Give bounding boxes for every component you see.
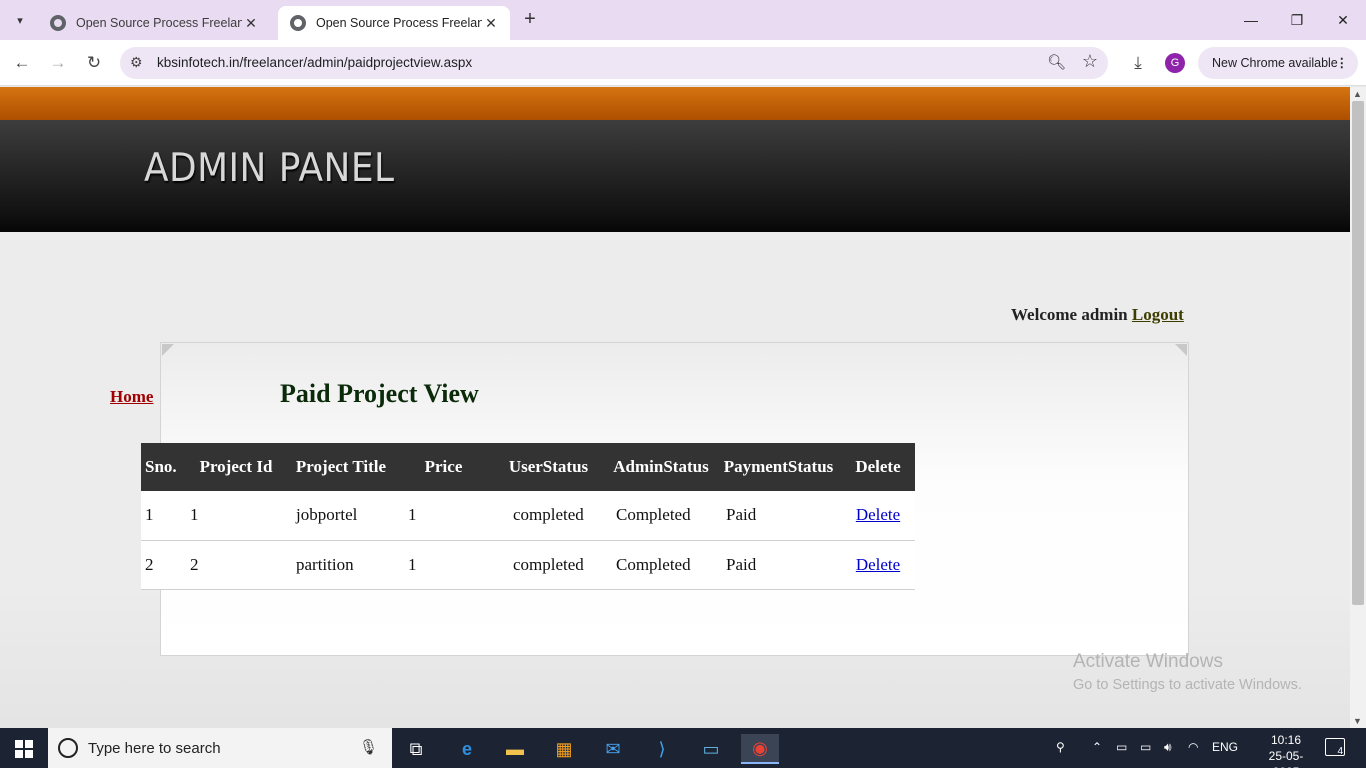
cell-sno: 1 [141,491,186,541]
mail-icon[interactable]: ✉ [594,734,632,764]
column-header: PaymentStatus [716,443,841,491]
edge-icon[interactable]: e [448,734,486,764]
cell-project-id: 2 [186,540,286,590]
delete-link[interactable]: Delete [856,505,900,524]
paid-projects-table: Sno. Project Id Project Title Price User… [141,443,915,590]
back-button[interactable]: ← [8,49,36,77]
wifi-icon[interactable]: ◠ [1188,740,1198,754]
window-close-button[interactable]: ✕ [1320,0,1366,40]
column-header: UserStatus [491,443,606,491]
taskbar-search-box[interactable]: Type here to search 🎙︎ [48,728,392,768]
url-text[interactable]: kbsinfotech.in/freelancer/admin/paidproj… [157,55,472,70]
reload-button[interactable]: ↻ [80,49,108,77]
cell-price: 1 [396,540,491,590]
clock-date: 25-05-2025 [1268,749,1304,768]
app-window-icon[interactable]: ▭ [692,734,730,764]
chrome-icon[interactable]: ◉ [741,734,779,764]
microphone-icon[interactable]: 🎙︎ [359,738,378,756]
clock[interactable]: 10:16 25-05-2025 [1258,732,1314,768]
table-row: 2 2 partition 1 completed Completed Paid… [141,540,915,590]
delete-link[interactable]: Delete [856,555,900,574]
clock-time: 10:16 [1270,733,1302,747]
profile-avatar[interactable]: G [1165,53,1185,73]
forward-button[interactable]: → [44,49,72,77]
search-icon [58,738,78,758]
page-title: Paid Project View [280,379,479,408]
activate-windows-title: Activate Windows [1073,651,1223,672]
restore-button[interactable]: ❐ [1274,0,1320,40]
cell-project-title: jobportel [286,491,396,541]
vscode-icon[interactable]: ⟩ [643,734,681,764]
globe-icon [290,15,306,31]
notification-count: 4 [1337,746,1343,757]
activate-windows-subtitle: Go to Settings to activate Windows. [1073,677,1302,693]
home-link[interactable]: Home [110,387,153,407]
drive-icon[interactable]: ▭ [1116,740,1127,754]
tab-strip: ▾ Open Source Process Freelance ✕ Open S… [0,0,1366,40]
cell-user-status: completed [491,491,606,541]
column-header: Project Id [186,443,286,491]
welcome-label: Welcome admin [1011,305,1128,324]
globe-icon [50,15,66,31]
download-icon[interactable]: ⤓ [1124,49,1152,77]
battery-icon[interactable]: ▭ [1140,740,1151,754]
update-chrome-label: New Chrome available [1212,56,1338,70]
top-accent-bar [0,87,1350,120]
site-header: ADMIN PANEL [0,120,1350,232]
page-content: ADMIN PANEL Welcome admin Logout Home Pa… [0,87,1350,728]
tab-title: Open Source Process Freelance [316,16,482,30]
file-explorer-icon[interactable]: ▬ [496,734,534,764]
scroll-up-icon[interactable]: ▲ [1353,89,1362,99]
cell-payment-status: Paid [716,540,841,590]
tab-title: Open Source Process Freelance [76,16,242,30]
browser-toolbar: ← → ↻ ⚙ kbsinfotech.in/freelancer/admin/… [0,40,1366,86]
people-icon[interactable]: ⚲ [1056,740,1065,754]
new-tab-button[interactable]: + [518,8,542,32]
scroll-thumb[interactable] [1352,101,1364,605]
cell-price: 1 [396,491,491,541]
bookmark-star-icon[interactable]: ☆ [1082,51,1098,72]
panel-corner [162,344,174,356]
column-header: Delete [841,443,915,491]
panel-corner [1175,344,1187,356]
windows-start-button[interactable] [0,728,48,768]
menu-dots-icon[interactable]: ⋮ [1336,47,1349,79]
column-header: Project Title [286,443,396,491]
table-row: 1 1 jobportel 1 completed Completed Paid… [141,491,915,541]
zoom-icon[interactable]: 🔍︎ [1047,53,1066,71]
chevron-up-icon[interactable]: ⌃ [1092,740,1102,754]
welcome-text: Welcome admin Logout [1011,305,1184,325]
notification-center-icon[interactable]: 4 [1325,738,1345,757]
cell-project-id: 1 [186,491,286,541]
table-header-row: Sno. Project Id Project Title Price User… [141,443,915,491]
admin-panel-title: ADMIN PANEL [144,146,395,191]
cell-admin-status: Completed [606,491,716,541]
close-icon[interactable]: ✕ [482,15,500,32]
tab-active[interactable]: Open Source Process Freelance ✕ [278,6,510,40]
search-placeholder: Type here to search [88,740,221,757]
task-view-icon[interactable]: ⧉ [397,734,435,764]
page-scrollbar[interactable]: ▲ ▼ [1350,87,1366,728]
cell-project-title: partition [286,540,396,590]
tab-inactive[interactable]: Open Source Process Freelance ✕ [38,6,270,40]
cell-admin-status: Completed [606,540,716,590]
column-header: Price [396,443,491,491]
cell-sno: 2 [141,540,186,590]
windows-taskbar: Type here to search 🎙︎ ⧉ e ▬ ▦ ✉ ⟩ ▭ ◉ ⚲… [0,728,1366,768]
column-header: AdminStatus [606,443,716,491]
volume-icon[interactable]: 🔊︎ [1164,740,1172,755]
cell-payment-status: Paid [716,491,841,541]
site-info-icon[interactable]: ⚙ [130,54,143,71]
scroll-down-icon[interactable]: ▼ [1353,716,1362,726]
minimize-button[interactable]: — [1228,0,1274,40]
cell-user-status: completed [491,540,606,590]
close-icon[interactable]: ✕ [242,15,260,32]
tab-search-button[interactable]: ▾ [8,8,32,32]
address-bar[interactable]: ⚙ kbsinfotech.in/freelancer/admin/paidpr… [120,47,1108,79]
logout-link[interactable]: Logout [1132,305,1184,324]
column-header: Sno. [141,443,186,491]
store-icon[interactable]: ▦ [545,734,583,764]
update-chrome-button[interactable]: New Chrome available ⋮ [1198,47,1358,79]
language-indicator[interactable]: ENG [1212,740,1238,754]
